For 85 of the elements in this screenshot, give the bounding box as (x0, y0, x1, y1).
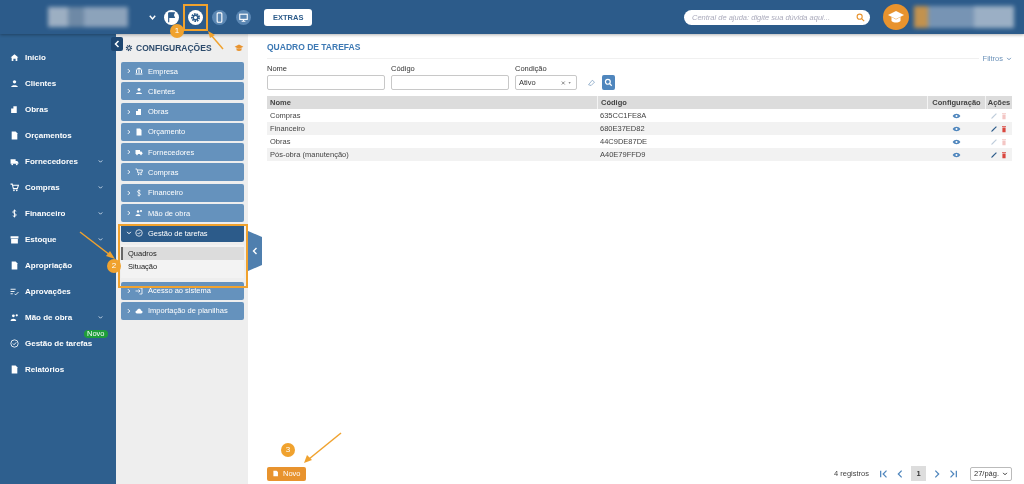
chevron-right-icon (126, 210, 132, 217)
cart-icon (135, 168, 143, 177)
document-icon (272, 470, 279, 477)
truck-icon (135, 148, 143, 157)
search-icon[interactable] (856, 12, 865, 22)
building-icon (135, 107, 143, 116)
truck-icon (10, 156, 19, 166)
first-page-icon[interactable] (879, 468, 889, 479)
people-icon (10, 312, 19, 322)
chevron-right-icon (126, 128, 132, 135)
check-circle-icon (10, 338, 19, 348)
step-number: 3 (281, 443, 295, 457)
chevron-down-icon (1006, 55, 1012, 62)
chevron-right-icon (126, 88, 132, 95)
person-icon (10, 78, 19, 88)
document-icon (10, 130, 19, 140)
chevron-down-icon[interactable] (148, 12, 157, 22)
house-icon (10, 52, 19, 62)
sidebar-item[interactable]: Orçamentos (0, 122, 106, 148)
panel-collapse-handle[interactable] (248, 231, 262, 271)
phone-icon[interactable] (212, 9, 227, 25)
person-icon (135, 87, 143, 96)
sidebar-item[interactable]: Fornecedores (0, 148, 106, 174)
sidebar-item[interactable]: Aprovações (0, 278, 106, 304)
document-icon (10, 364, 19, 374)
chevron-right-icon (126, 189, 132, 196)
chevron-down-icon (97, 235, 104, 243)
next-page-icon[interactable] (932, 468, 942, 479)
highlight-frame (183, 4, 208, 31)
chevron-down-icon (97, 157, 104, 165)
sidebar-item[interactable]: Início (0, 44, 106, 70)
last-page-icon[interactable] (948, 468, 958, 479)
text-field[interactable] (391, 75, 509, 90)
sidebar-item[interactable]: Clientes (0, 70, 106, 96)
cart-icon (10, 182, 19, 192)
document-icon (10, 260, 19, 270)
graduation-cap-icon[interactable] (883, 4, 909, 30)
bank-icon (135, 67, 143, 75)
settings-icon[interactable] (188, 9, 203, 25)
eye-icon[interactable] (951, 138, 961, 145)
chevron-down-icon (97, 313, 104, 321)
eye-icon[interactable] (951, 151, 961, 158)
sidebar-item[interactable]: Relatórios (0, 356, 106, 382)
search-button[interactable] (602, 75, 615, 90)
trash-icon[interactable] (999, 150, 1008, 159)
chevron-left-icon[interactable] (111, 37, 123, 51)
sidebar-item[interactable]: Estoque (0, 226, 106, 252)
document-icon (135, 127, 143, 136)
panel-title: CONFIGURAÇÕES (136, 43, 213, 53)
checklist-icon (10, 286, 19, 296)
chevron-right-icon (126, 287, 132, 294)
previous-page-icon[interactable] (895, 468, 905, 479)
eye-icon[interactable] (951, 125, 961, 132)
arrow (79, 231, 115, 259)
eraser-icon[interactable] (587, 78, 596, 87)
text-field[interactable] (267, 75, 385, 90)
sidebar-item[interactable]: Mão de obra (0, 304, 106, 330)
chevron-down-icon (97, 183, 104, 191)
enter-icon (135, 286, 143, 295)
arrow (304, 432, 342, 463)
chevron-right-icon (126, 108, 132, 115)
chevron-right-icon (126, 149, 132, 156)
sidebar-item[interactable]: Obras (0, 96, 106, 122)
sidebar-item[interactable]: Apropriação (0, 252, 106, 278)
archive-icon (10, 234, 19, 244)
building-icon (10, 104, 19, 114)
chevron-down-icon (1002, 470, 1008, 477)
chevron-right-icon (126, 307, 132, 314)
monitor-icon[interactable] (236, 9, 251, 25)
trash-icon[interactable] (999, 124, 1008, 133)
sidebar-item[interactable]: Compras (0, 174, 106, 200)
chevron-right-icon (126, 68, 132, 74)
check-circle-icon (135, 229, 143, 238)
eye-icon[interactable] (951, 112, 961, 119)
dollar-icon (10, 208, 19, 218)
cloud-icon (135, 306, 143, 315)
clear-icon[interactable] (561, 79, 573, 86)
dollar-icon (135, 188, 143, 197)
flag-icon[interactable] (164, 9, 179, 25)
chevron-down-icon (126, 230, 132, 237)
sidebar-item[interactable]: Financeiro (0, 200, 106, 226)
page-title: QUADRO DE TAREFAS (267, 42, 362, 52)
chevron-right-icon (126, 169, 132, 176)
chevron-down-icon (97, 209, 104, 217)
people-icon (135, 209, 143, 218)
